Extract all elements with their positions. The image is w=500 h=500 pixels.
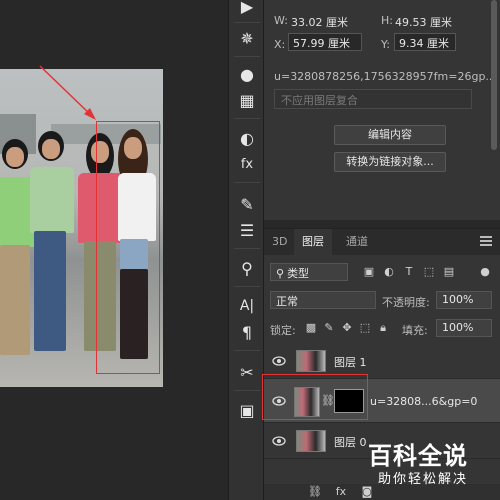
y-label: Y: xyxy=(381,38,390,51)
h-value[interactable]: 49.53 厘米 xyxy=(395,14,452,30)
panel-menu-icon[interactable] xyxy=(480,236,492,248)
lock-move-icon[interactable]: ✥ xyxy=(340,321,354,335)
filter-smart-object-icon[interactable]: ▤ xyxy=(442,265,456,279)
sliders-icon[interactable]: ☰ xyxy=(233,218,261,242)
layers-tabbar: 3D 图层 通道 xyxy=(264,229,500,255)
play-icon[interactable]: ▶ xyxy=(233,0,261,18)
eye-icon[interactable] xyxy=(272,436,286,446)
w-value[interactable]: 33.02 厘米 xyxy=(291,14,348,30)
filter-shape-icon[interactable]: ⬚ xyxy=(422,265,436,279)
fx-icon[interactable]: fx xyxy=(334,485,348,499)
compass-icon[interactable]: ✵ xyxy=(233,26,261,50)
opacity-field[interactable]: 100% xyxy=(436,291,492,309)
filter-image-icon[interactable]: ▣ xyxy=(362,265,376,279)
filter-adjustment-icon[interactable]: ◐ xyxy=(382,265,396,279)
watermark-subtitle: 助你轻松解决 xyxy=(378,472,469,487)
properties-scrollbar[interactable] xyxy=(491,0,497,200)
fill-field[interactable]: 100% xyxy=(436,319,492,337)
tab-layers[interactable]: 图层 xyxy=(294,229,332,255)
filter-toggle-icon[interactable]: ● xyxy=(478,265,492,279)
layer-name[interactable]: 图层 1 xyxy=(334,354,367,370)
blend-mode-select[interactable]: 正常 xyxy=(270,291,376,309)
fx-icon[interactable]: fx xyxy=(233,152,261,176)
lock-artboard-icon[interactable]: ⬚ xyxy=(358,321,372,335)
lock-label: 锁定: xyxy=(270,324,296,337)
panel-toolbar: ▶ ✵ ● ▦ ◐ fx ✎ ☰ ⚲ A| ¶ ✂ ▣ xyxy=(228,0,264,500)
properties-panel: W: 33.02 厘米 H: 49.53 厘米 X: 57.99 厘米 Y: 9… xyxy=(264,0,500,220)
adjustment-icon[interactable]: ◐ xyxy=(233,126,261,150)
red-arrow-annotation xyxy=(39,65,96,120)
brush-icon[interactable]: ✎ xyxy=(233,192,261,216)
canvas-area[interactable] xyxy=(0,0,228,500)
frame-icon[interactable]: ▣ xyxy=(233,398,261,422)
grid-icon[interactable]: ▦ xyxy=(233,88,261,112)
search-icon: ⚲ xyxy=(276,267,285,280)
lock-all-icon[interactable]: 🔒︎ xyxy=(376,321,390,335)
palette-icon[interactable]: ● xyxy=(233,62,261,86)
tab-3d[interactable]: 3D xyxy=(264,229,295,255)
watermark: 百科全说 助你轻松解决 xyxy=(368,436,496,496)
x-field[interactable]: 57.99 厘米 xyxy=(288,33,362,51)
layer-highlight-box xyxy=(262,374,368,420)
scissors-icon[interactable]: ✂ xyxy=(233,360,261,384)
x-label: X: xyxy=(274,38,286,51)
filter-type-icon[interactable]: T xyxy=(402,265,416,279)
character-icon[interactable]: A| xyxy=(233,294,261,318)
layer-name[interactable]: u=32808...6&gp=0 xyxy=(370,395,477,408)
filter-kind-label: 类型 xyxy=(287,267,310,280)
lock-paint-icon[interactable]: ✎ xyxy=(322,321,336,335)
smart-object-source-name: u=3280878256,1756328957fm=26gp... xyxy=(274,70,496,83)
opacity-label: 不透明度: xyxy=(382,296,430,309)
lock-transparent-icon[interactable]: ▩ xyxy=(304,321,318,335)
w-label: W: xyxy=(274,14,288,27)
fill-label: 填充: xyxy=(402,324,428,337)
layer-name[interactable]: 图层 0 xyxy=(334,434,367,450)
stamp-icon[interactable]: ⚲ xyxy=(233,256,261,280)
layer-filter-select[interactable]: ⚲ 类型 xyxy=(270,263,348,281)
tab-channels[interactable]: 通道 xyxy=(338,229,376,255)
y-field[interactable]: 9.34 厘米 xyxy=(394,33,456,51)
eye-icon[interactable] xyxy=(272,356,286,366)
h-label: H: xyxy=(381,14,393,27)
layer-comp-select[interactable]: 不应用图层复合 xyxy=(274,89,472,109)
watermark-title: 百科全说 xyxy=(368,442,468,470)
paragraph-icon[interactable]: ¶ xyxy=(233,320,261,344)
layer-thumbnail xyxy=(296,430,326,452)
convert-to-linked-button[interactable]: 转换为链接对象... xyxy=(334,152,446,172)
link-layers-icon[interactable]: ⛓ xyxy=(308,485,322,499)
edit-contents-button[interactable]: 编辑内容 xyxy=(334,125,446,145)
layer-thumbnail xyxy=(296,350,326,372)
